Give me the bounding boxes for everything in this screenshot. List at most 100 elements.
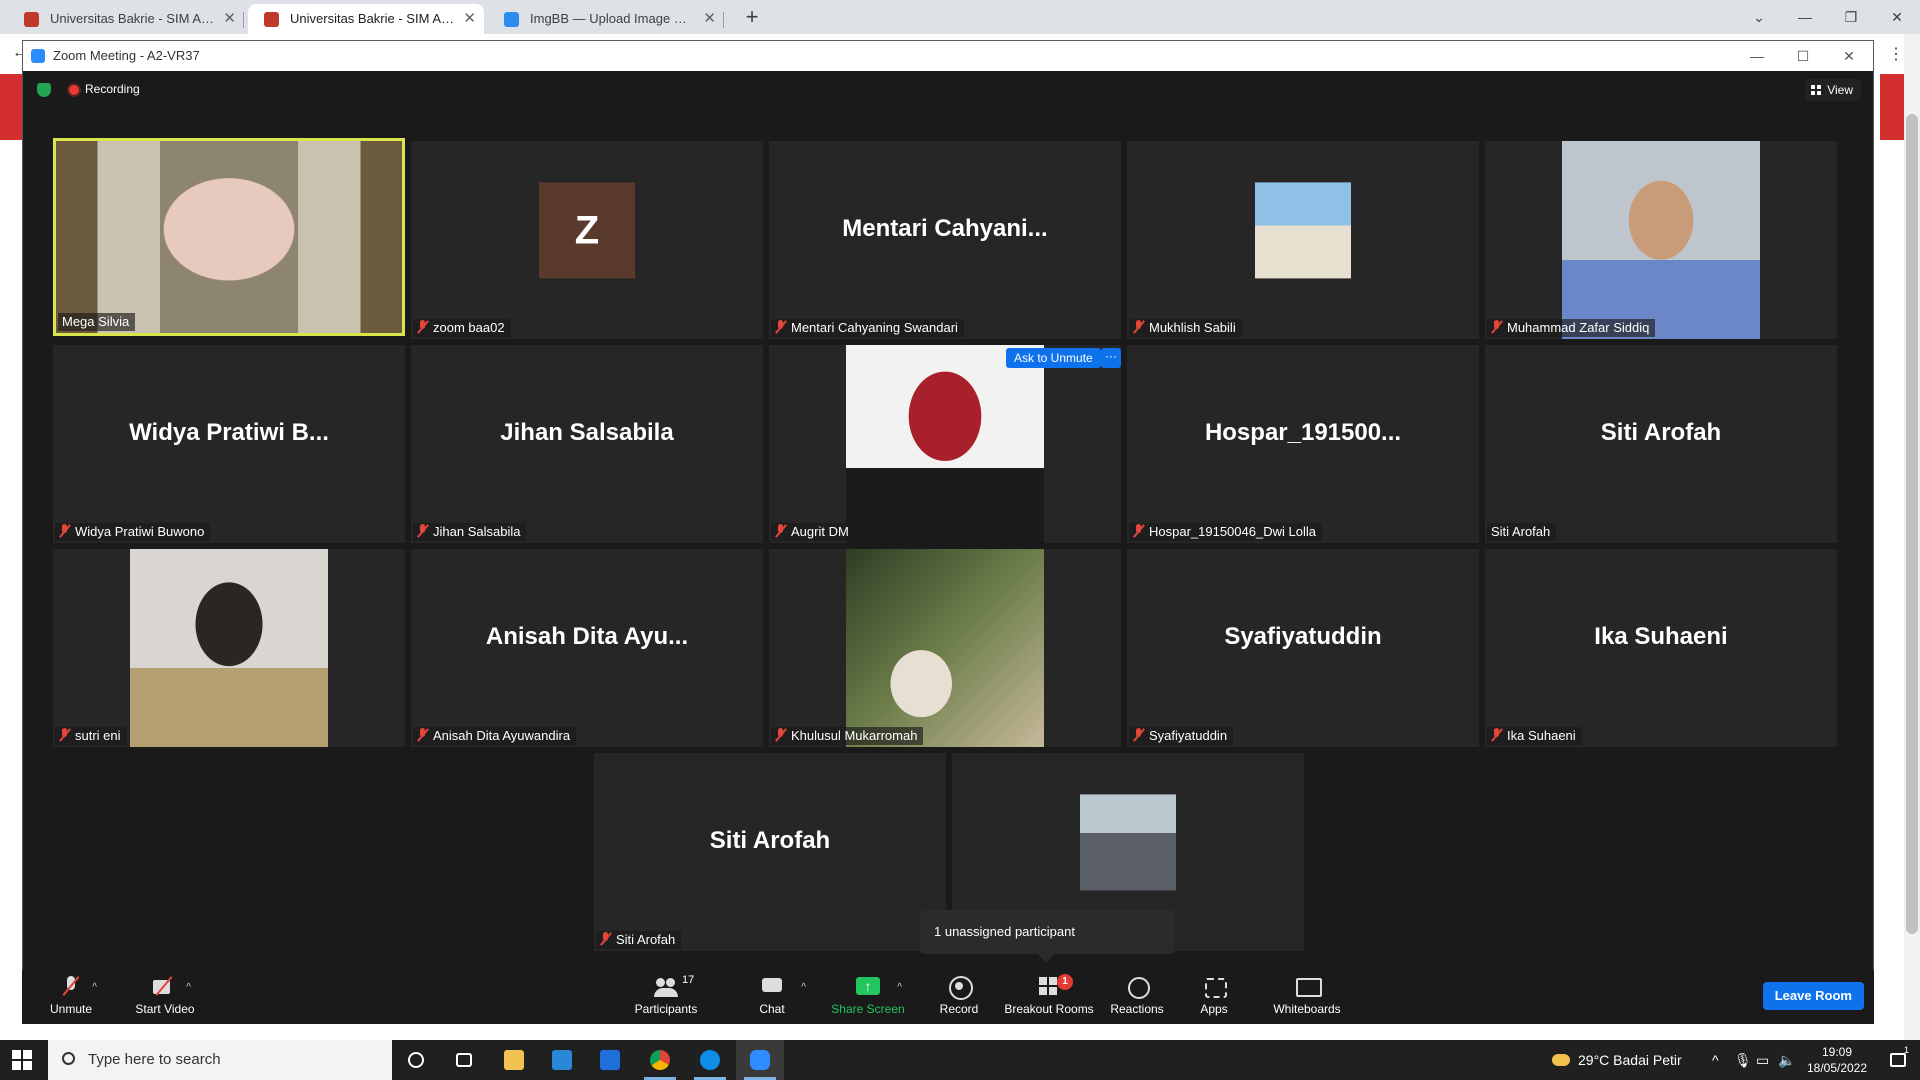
chat-button[interactable]: ^ Chat — [752, 970, 806, 1024]
breakout-rooms-button[interactable]: 1 Breakout Rooms — [1002, 970, 1096, 1024]
task-view-icon[interactable] — [440, 1040, 488, 1080]
new-tab-button[interactable]: + — [738, 4, 766, 32]
whiteboards-button[interactable]: Whiteboards — [1270, 970, 1344, 1024]
participant-nameplate: Hospar_19150046_Dwi Lolla — [1129, 523, 1322, 541]
notification-count: 1 — [1904, 1045, 1910, 1055]
file-explorer-icon[interactable] — [490, 1040, 538, 1080]
participant-display-name: Mentari Cahyani... — [842, 215, 1048, 242]
windows-start-icon[interactable] — [12, 1050, 32, 1070]
participant-display-name: Hospar_191500... — [1204, 419, 1402, 446]
participant-nameplate: Augrit DM — [771, 523, 855, 541]
video-tile-mentari[interactable]: Mentari Cahyani... Mentari Cahyaning Swa… — [769, 141, 1121, 339]
chrome-icon[interactable] — [636, 1040, 684, 1080]
video-tile-zafar[interactable]: Muhammad Zafar Siddiq — [1485, 141, 1837, 339]
zoom-close-button[interactable]: ✕ — [1829, 41, 1869, 71]
view-label: View — [1827, 83, 1853, 97]
participant-nameplate: zoom baa02 — [413, 319, 511, 337]
audio-options-caret-icon[interactable]: ^ — [92, 982, 97, 993]
participant-profile-picture — [130, 549, 328, 747]
tray-overflow-chevron-icon[interactable]: ^ — [1712, 1040, 1719, 1080]
notification-center-icon[interactable]: 1 — [1890, 1040, 1909, 1080]
clock-time: 19:09 — [1821, 1045, 1853, 1059]
zoom-minimize-button[interactable]: — — [1737, 41, 1777, 71]
ask-to-unmute-button[interactable]: Ask to Unmute — [1006, 348, 1101, 368]
video-tile-augrit[interactable]: Augrit DM — [769, 345, 1121, 543]
microphone-tray-icon[interactable]: 🎙 — [1734, 1040, 1752, 1080]
taskbar-clock[interactable]: 19:09 18/05/2022 — [1802, 1044, 1872, 1076]
zoom-maximize-button[interactable]: ☐ — [1783, 41, 1823, 71]
tab-search-dropdown-icon[interactable]: ⌄ — [1736, 4, 1782, 30]
participant-profile-picture — [846, 549, 1044, 747]
record-button[interactable]: Record — [934, 970, 984, 1024]
participant-nameplate: Mentari Cahyaning Swandari — [771, 319, 964, 337]
video-tile-zoom-baa02[interactable]: Z zoom baa02 — [411, 141, 763, 339]
page-scrollbar[interactable] — [1904, 34, 1920, 1046]
breakout-rooms-icon: 1 — [1037, 974, 1073, 998]
whiteboard-icon — [1295, 976, 1322, 998]
participant-display-name: Ika Suhaeni — [1594, 623, 1728, 650]
apps-button[interactable]: Apps — [1194, 970, 1234, 1024]
participant-nameplate: Muhammad Zafar Siddiq — [1487, 319, 1656, 337]
participants-button[interactable]: 17 Participants — [626, 970, 706, 1024]
browser-tab-sim-1[interactable]: Universitas Bakrie - SIM Akadem ✕ — [8, 4, 244, 34]
share-screen-button[interactable]: ^ Share Screen — [830, 970, 906, 1024]
microsoft-store-icon[interactable] — [538, 1040, 586, 1080]
video-tile-khulusul[interactable]: Khulusul Mukarromah — [769, 549, 1121, 747]
reactions-button[interactable]: Reactions — [1108, 970, 1166, 1024]
share-options-caret-icon[interactable]: ^ — [897, 982, 902, 993]
taskbar-search-box[interactable]: Type here to search — [48, 1040, 392, 1080]
university-favicon-icon — [24, 12, 39, 27]
tile-more-options-button[interactable]: ··· — [1101, 348, 1121, 368]
search-icon — [62, 1052, 75, 1065]
breakout-badge: 1 — [1057, 974, 1073, 990]
participants-count: 17 — [682, 974, 695, 986]
muted-mic-icon — [417, 524, 428, 538]
video-tile-hospar[interactable]: Hospar_191500... Hospar_19150046_Dwi Lol… — [1127, 345, 1479, 543]
video-tile-jihan[interactable]: Jihan Salsabila Jihan Salsabila — [411, 345, 763, 543]
muted-mic-icon — [1133, 524, 1144, 538]
volume-tray-icon[interactable]: 🔈 — [1778, 1040, 1795, 1080]
video-tile-mega-silvia[interactable]: Mega Silvia — [53, 138, 405, 336]
chat-options-caret-icon[interactable]: ^ — [801, 982, 806, 993]
view-button[interactable]: View — [1805, 79, 1861, 101]
video-tile-sutri-eni[interactable]: sutri eni — [53, 549, 405, 747]
close-tab-icon[interactable]: ✕ — [223, 4, 236, 34]
teamviewer-icon[interactable] — [686, 1040, 734, 1080]
muted-mic-icon — [1491, 728, 1502, 742]
recording-indicator[interactable]: Recording — [85, 82, 140, 96]
video-tile-anisah[interactable]: Anisah Dita Ayu... Anisah Dita Ayuwandir… — [411, 549, 763, 747]
clock-date: 18/05/2022 — [1806, 1061, 1868, 1075]
participant-nameplate: sutri eni — [55, 727, 127, 745]
browser-tab-sim-2[interactable]: Universitas Bakrie - SIM Akadem ✕ — [248, 4, 484, 34]
video-tile-mukhlish[interactable]: Mukhlish Sabili — [1127, 141, 1479, 339]
unmute-button[interactable]: ^ Unmute — [44, 970, 98, 1024]
video-options-caret-icon[interactable]: ^ — [186, 982, 191, 993]
meeting-top-bar: Recording View — [23, 71, 1873, 107]
zoom-taskbar-icon[interactable] — [736, 1040, 784, 1080]
cortana-icon[interactable] — [392, 1040, 440, 1080]
more-options-icon[interactable]: ⋮ — [1888, 44, 1904, 64]
weather-widget[interactable]: 29°C Badai Petir — [1552, 1040, 1682, 1080]
muted-mic-icon — [775, 524, 786, 538]
participant-nameplate: Anisah Dita Ayuwandira — [413, 727, 577, 745]
video-tile-ika-suhaeni[interactable]: Ika Suhaeni Ika Suhaeni — [1485, 549, 1837, 747]
scrollbar-thumb[interactable] — [1906, 114, 1918, 934]
close-tab-icon[interactable]: ✕ — [703, 4, 716, 34]
participant-profile-picture — [846, 345, 1044, 543]
encryption-shield-icon[interactable] — [37, 83, 51, 97]
video-tile-siti-arofah-2[interactable]: Siti Arofah Siti Arofah — [594, 753, 946, 951]
video-tile-widya[interactable]: Widya Pratiwi B... Widya Pratiwi Buwono — [53, 345, 405, 543]
leave-room-button[interactable]: Leave Room — [1762, 982, 1864, 1010]
restore-button[interactable]: ❐ — [1828, 4, 1874, 30]
participant-video — [56, 141, 402, 333]
browser-tab-imgbb[interactable]: ImgBB — Upload Image — Free ✕ — [488, 4, 724, 34]
mail-icon[interactable] — [586, 1040, 634, 1080]
reactions-smiley-icon — [1125, 976, 1150, 999]
video-tile-syafiyatuddin[interactable]: Syafiyatuddin Syafiyatuddin — [1127, 549, 1479, 747]
start-video-button[interactable]: ^ Start Video — [130, 970, 200, 1024]
video-tile-siti-arofah[interactable]: Siti Arofah Siti Arofah — [1485, 345, 1837, 543]
close-window-button[interactable]: ✕ — [1874, 4, 1920, 30]
network-tray-icon[interactable]: ▭ — [1756, 1040, 1769, 1080]
close-tab-icon[interactable]: ✕ — [463, 4, 476, 34]
minimize-button[interactable]: — — [1782, 4, 1828, 30]
